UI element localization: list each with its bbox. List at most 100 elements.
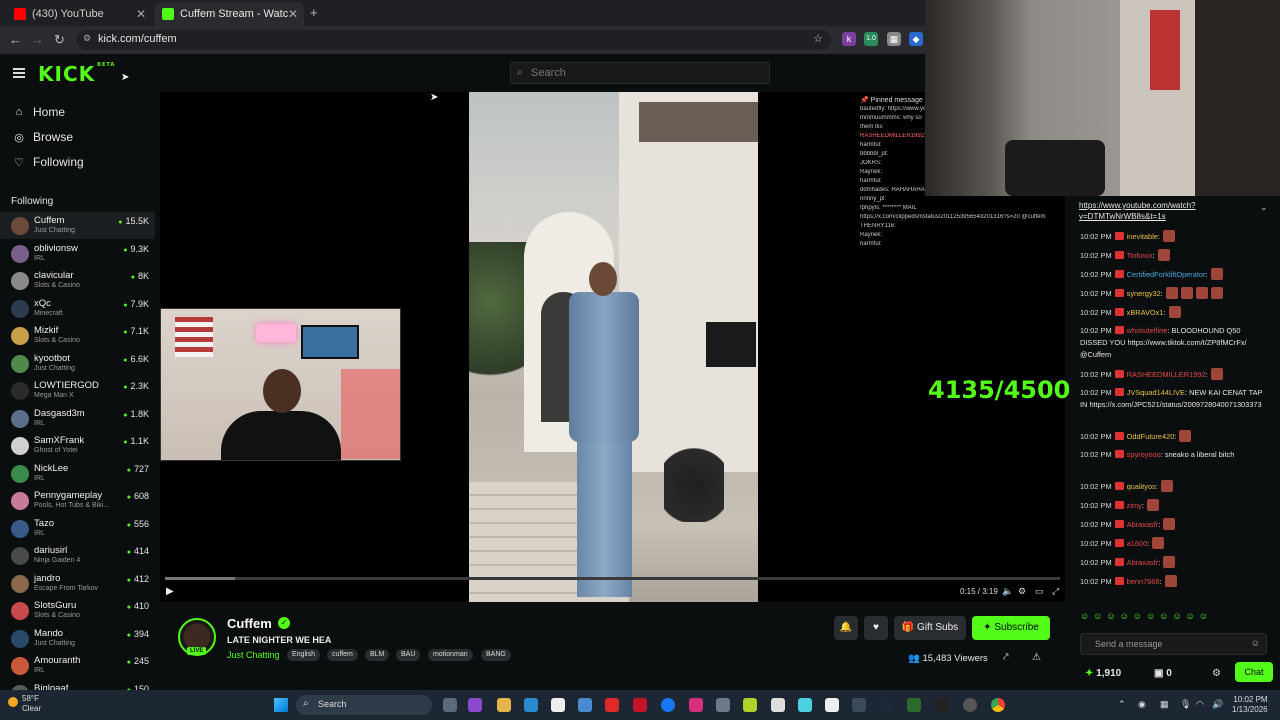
youtube-app-icon[interactable] [605,698,619,712]
sidebar-channel-item[interactable]: SlotsGuruSlots & Casino 410 [0,597,155,624]
file-explorer-icon[interactable] [497,698,511,712]
chat-username[interactable]: inevitable [1127,232,1158,241]
extension-k-icon[interactable]: k [842,32,856,46]
sidebar-channel-item[interactable]: NickLeeIRL 727 [0,460,155,487]
chat-pinned-link[interactable]: https://www.youtube.com/watch?v=DTMTwNrW… [1079,200,1269,222]
sidebar-channel-item[interactable]: LOWTIERGODMega Man X 2.3K [0,377,155,404]
sidebar-channel-item[interactable]: SamXFrankGhost of Yotei 1.1K [0,432,155,459]
amazon-icon[interactable] [771,698,785,712]
settings-app-icon[interactable] [963,698,977,712]
store-icon[interactable] [551,698,565,712]
chat-username[interactable]: spyroyooo [1127,450,1161,459]
chat-username[interactable]: CertifiedForkliftOperator [1127,270,1206,279]
emoji-icon[interactable]: ☺ [1251,638,1260,648]
report-icon[interactable]: ⚠ [1032,652,1041,663]
chat-username[interactable]: RASHEEDMILLER1992 [1127,370,1206,379]
netflix-icon[interactable] [633,698,647,712]
chat-username[interactable]: synergy32 [1127,289,1161,298]
weather-icon[interactable] [8,697,18,707]
play-button[interactable]: ▶ [166,586,174,597]
channel-points[interactable]: ✦ 1,910 [1085,668,1121,679]
back-icon[interactable]: ← [9,32,22,47]
chrome-icon[interactable] [991,698,1005,712]
tab-youtube[interactable]: (430) YouTube ✕ [6,2,152,26]
sidebar-channel-item[interactable]: TazoIRL 556 [0,515,155,542]
stream-tag[interactable]: BANG [481,649,511,661]
stream-category[interactable]: Just Chatting [227,650,280,660]
stream-tag[interactable]: BAU [396,649,421,661]
sidebar-channel-item[interactable]: jandroEscape From Tarkov 412 [0,570,155,597]
chat-settings-icon[interactable]: ⚙ [1212,668,1221,679]
url-field[interactable]: ⚙ kick.com/cuffem ☆ [76,30,831,50]
volume-icon[interactable]: 🔈 [1002,586,1013,597]
theater-icon[interactable]: ▭ [1035,586,1044,597]
slots-counter[interactable]: ▣ 0 [1154,668,1172,679]
sidebar-channel-item[interactable]: MandoJust Chatting 394 [0,625,155,652]
new-tab-button[interactable]: + [310,5,318,20]
taskbar-search[interactable]: ⌕ Search [296,695,432,715]
reload-icon[interactable]: ↻ [54,32,65,48]
outlook-icon[interactable] [578,698,592,712]
sidebar-item-following[interactable]: ♡ Following [11,155,84,169]
sidebar-channel-item[interactable]: xQcMinecraft 7.9K [0,295,155,322]
chat-username[interactable]: xBRAVOx1 [1127,308,1164,317]
chat-username[interactable]: qualityos [1127,482,1156,491]
chat-username[interactable]: zimy [1127,501,1142,510]
chat-username[interactable]: benn7668 [1127,577,1160,586]
chat-send-button[interactable]: Chat [1235,662,1273,682]
tray-app-icon[interactable]: ◉ [1138,699,1146,710]
extension-badge-icon[interactable]: 1.0 [864,32,878,46]
streamer-name[interactable]: Cuffem [227,616,272,631]
windows-start-icon[interactable] [274,698,288,712]
sidebar-channel-item[interactable]: Bigloaaf150 [0,680,155,690]
search-input[interactable]: ⌕ Search [510,62,770,84]
close-icon[interactable]: ✕ [288,7,298,21]
epic-games-icon[interactable] [935,698,949,712]
chat-username[interactable]: JVSquad144LIVE [1127,388,1185,397]
tiktok-icon[interactable] [825,698,839,712]
menu-icon[interactable] [13,68,25,78]
kick-logo[interactable]: KICK BETA [38,62,115,86]
gift-subs-button[interactable]: 🎁 Gift Subs [894,616,966,640]
tab-kick[interactable]: Cuffem Stream - Watch Live ✕ [154,2,304,26]
chat-username[interactable]: Abraxasfr [1127,520,1159,529]
task-view-icon[interactable] [443,698,457,712]
emote-quick-bar[interactable]: ☺☺☺☺☺☺☺☺☺☺ [1080,611,1275,625]
stream-tag[interactable]: cuffem [327,649,358,661]
snipping-tool-icon[interactable] [798,698,812,712]
stream-tag[interactable]: motionman [428,649,473,661]
extension-puzzle-icon[interactable]: ▦ [887,32,901,46]
close-icon[interactable]: ✕ [136,7,146,21]
sidebar-item-browse[interactable]: ◎ Browse [11,130,73,144]
sidebar-channel-item[interactable]: AmouranthIRL 245 [0,652,155,679]
chat-input[interactable]: Send a message ☺ [1080,633,1267,655]
forward-icon[interactable]: → [31,32,44,47]
site-info-icon[interactable]: ⚙ [83,33,91,44]
bookmark-star-icon[interactable]: ☆ [813,32,823,45]
sidebar-channel-item[interactable]: MizkifSlots & Casino 7.1K [0,322,155,349]
sidebar-channel-item[interactable]: oblivionswIRL 9.3K [0,240,155,267]
hulu-icon[interactable] [743,698,757,712]
sidebar-item-home[interactable]: ⌂ Home [11,105,65,119]
facebook-icon[interactable] [661,698,675,712]
chat-username[interactable]: wholsdelfine [1127,326,1168,335]
wifi-icon[interactable]: ◠ [1196,699,1204,710]
copilot-icon[interactable] [468,698,482,712]
nvidia-icon[interactable] [907,698,921,712]
steam-icon[interactable] [880,698,894,712]
microphone-icon[interactable]: 🎙 [1180,699,1191,710]
sidebar-channel-item[interactable]: CuffemJust Chatting 15.5K [0,212,155,239]
chevron-down-icon[interactable]: ⌄ [1260,202,1268,213]
tray-chevron-icon[interactable]: ⌃ [1118,699,1126,710]
follow-heart-button[interactable]: ♥ [864,616,888,640]
sidebar-channel-item[interactable]: dariusirlNinja Gaiden 4 414 [0,542,155,569]
stream-tag[interactable]: English [287,649,320,661]
sidebar-channel-item[interactable]: Dasgasd3mIRL 1.8K [0,405,155,432]
instagram-icon[interactable] [689,698,703,712]
share-icon[interactable]: ⤤ [1003,652,1009,663]
speaker-icon[interactable]: 🔊 [1212,699,1223,710]
fullscreen-icon[interactable]: ⤢ [1052,586,1059,597]
subscribe-button[interactable]: ✦ Subscribe [972,616,1050,640]
sidebar-channel-item[interactable]: kyootbotJust Chatting 6.6K [0,350,155,377]
generic-app-icon[interactable] [852,698,866,712]
